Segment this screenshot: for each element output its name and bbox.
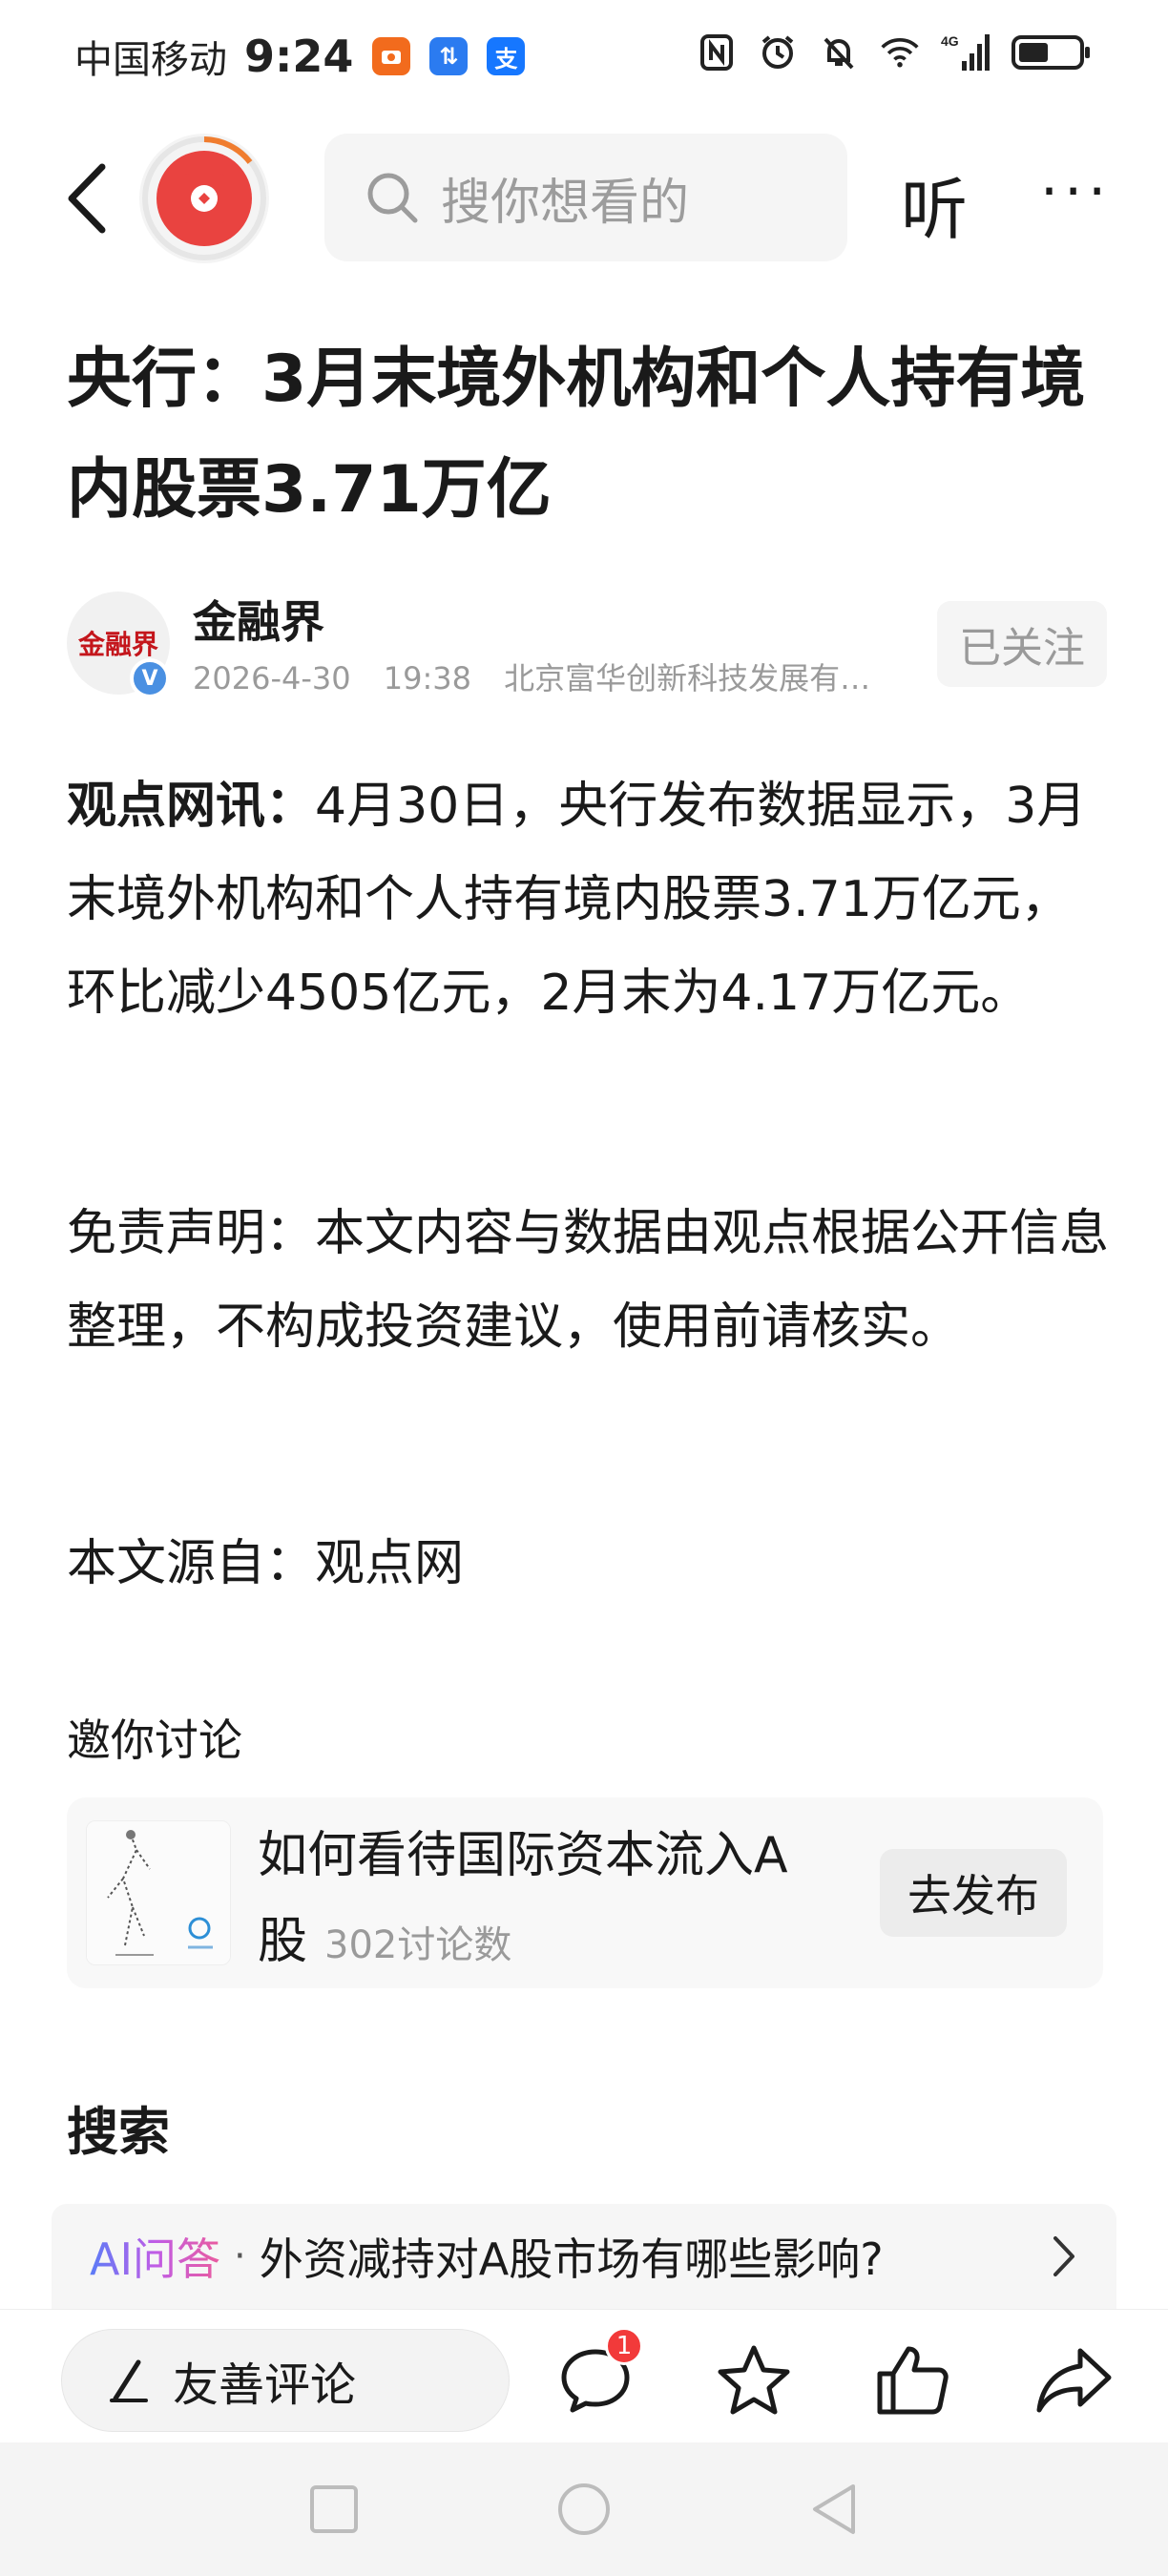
search-placeholder: 搜你想看的 <box>441 174 690 232</box>
separator-dot: · <box>234 2234 246 2278</box>
publish-button[interactable]: 去发布 <box>880 1849 1067 1937</box>
share-button[interactable] <box>1031 2337 1118 2424</box>
comment-placeholder: 友善评论 <box>173 2358 357 2412</box>
system-back-button[interactable] <box>803 2479 865 2540</box>
app-logo-button[interactable] <box>139 134 269 263</box>
carrier-name: 中国移动 <box>74 38 227 82</box>
discussion-thumbnail <box>86 1820 231 1965</box>
square-icon <box>310 2485 358 2533</box>
avatar[interactable]: 金融界 V <box>67 592 170 698</box>
publish-time: 19:38 <box>383 660 471 696</box>
wifi-icon <box>880 32 920 73</box>
mute-icon <box>819 32 859 73</box>
alipay-icon: 支 <box>487 37 526 75</box>
circle-icon <box>558 2483 610 2535</box>
avatar-logo-text: 金融界 <box>77 629 158 660</box>
paragraph-lead: 观点网讯： <box>67 778 316 835</box>
listen-button[interactable]: 听 <box>901 156 968 253</box>
svg-text:4G: 4G <box>941 33 959 49</box>
discussion-topic: 如何看待国际资本流入A股 302讨论数 <box>258 1813 830 1988</box>
ai-qa-tag: AI问答 <box>90 2225 220 2288</box>
clock: 9:24 <box>244 31 354 82</box>
home-button[interactable] <box>553 2479 615 2540</box>
article-paragraph: 观点网讯：4月30日，央行发布数据显示，3月末境外机构和个人持有境内股票3.71… <box>67 759 1116 1040</box>
search-icon <box>367 173 418 223</box>
discussion-count: 302讨论数 <box>324 1923 512 1967</box>
publish-date: 2026-4-30 <box>193 660 351 696</box>
search-input[interactable]: 搜你想看的 <box>324 134 847 261</box>
chevron-right-icon <box>1053 2236 1074 2276</box>
discussion-card[interactable]: 如何看待国际资本流入A股 302讨论数 去发布 <box>67 1797 1103 1988</box>
disclaimer-paragraph: 免责声明：本文内容与数据由观点根据公开信息整理，不构成投资建议，使用前请核实。 <box>67 1205 1110 1356</box>
back-button[interactable] <box>48 160 124 237</box>
author-meta: 2026-4-30 19:38 北京富华创新科技发展有… <box>193 654 893 698</box>
comment-input[interactable]: 友善评论 <box>61 2329 510 2432</box>
progress-ring-icon <box>142 136 266 260</box>
like-button[interactable] <box>868 2337 956 2424</box>
ai-qa-suggestion[interactable]: AI问答 · 外资减持对A股市场有哪些影响? <box>52 2204 1116 2309</box>
source-paragraph: 本文源自：观点网 <box>67 1535 465 1592</box>
nfc-icon <box>697 32 737 73</box>
taobao-icon <box>372 37 411 75</box>
signal-icon: 4G <box>941 32 991 73</box>
author-row: 金融界 V 金融界 2026-4-30 19:38 北京富华创新科技发展有… 已… <box>67 588 1107 702</box>
status-bar: 中国移动 9:24 ⇅ 支 4G <box>0 0 1168 114</box>
alarm-icon <box>758 32 798 73</box>
top-nav: 搜你想看的 听 ··· <box>0 134 1168 267</box>
publisher-name: 北京富华创新科技发展有… <box>504 660 871 696</box>
discussion-label: 邀你讨论 <box>67 1714 242 1766</box>
system-nav-bar <box>0 2442 1168 2576</box>
verified-icon: V <box>130 658 170 698</box>
app-badge-icon: ⇅ <box>429 37 469 75</box>
battery-icon <box>1012 32 1092 73</box>
comment-count-badge: 1 <box>605 2327 643 2365</box>
more-button[interactable]: ··· <box>1040 158 1112 225</box>
bottom-action-bar: 友善评论 1 <box>0 2309 1168 2442</box>
thumbs-up-icon <box>877 2346 949 2415</box>
article-title: 央行：3月末境外机构和个人持有境内股票3.71万亿 <box>67 342 1086 528</box>
pen-icon <box>110 2359 148 2402</box>
back-arrow-icon <box>68 163 106 234</box>
comment-button[interactable]: 1 <box>552 2327 643 2424</box>
star-icon <box>718 2345 790 2415</box>
favorite-button[interactable] <box>710 2337 798 2424</box>
search-heading: 搜索 <box>67 2102 170 2162</box>
recent-apps-button[interactable] <box>303 2479 365 2540</box>
triangle-back-icon <box>813 2484 855 2534</box>
follow-button[interactable]: 已关注 <box>937 601 1107 687</box>
ai-question: 外资减持对A股市场有哪些影响? <box>259 2233 884 2285</box>
share-arrow-icon <box>1036 2348 1112 2413</box>
author-name[interactable]: 金融界 <box>193 588 324 651</box>
